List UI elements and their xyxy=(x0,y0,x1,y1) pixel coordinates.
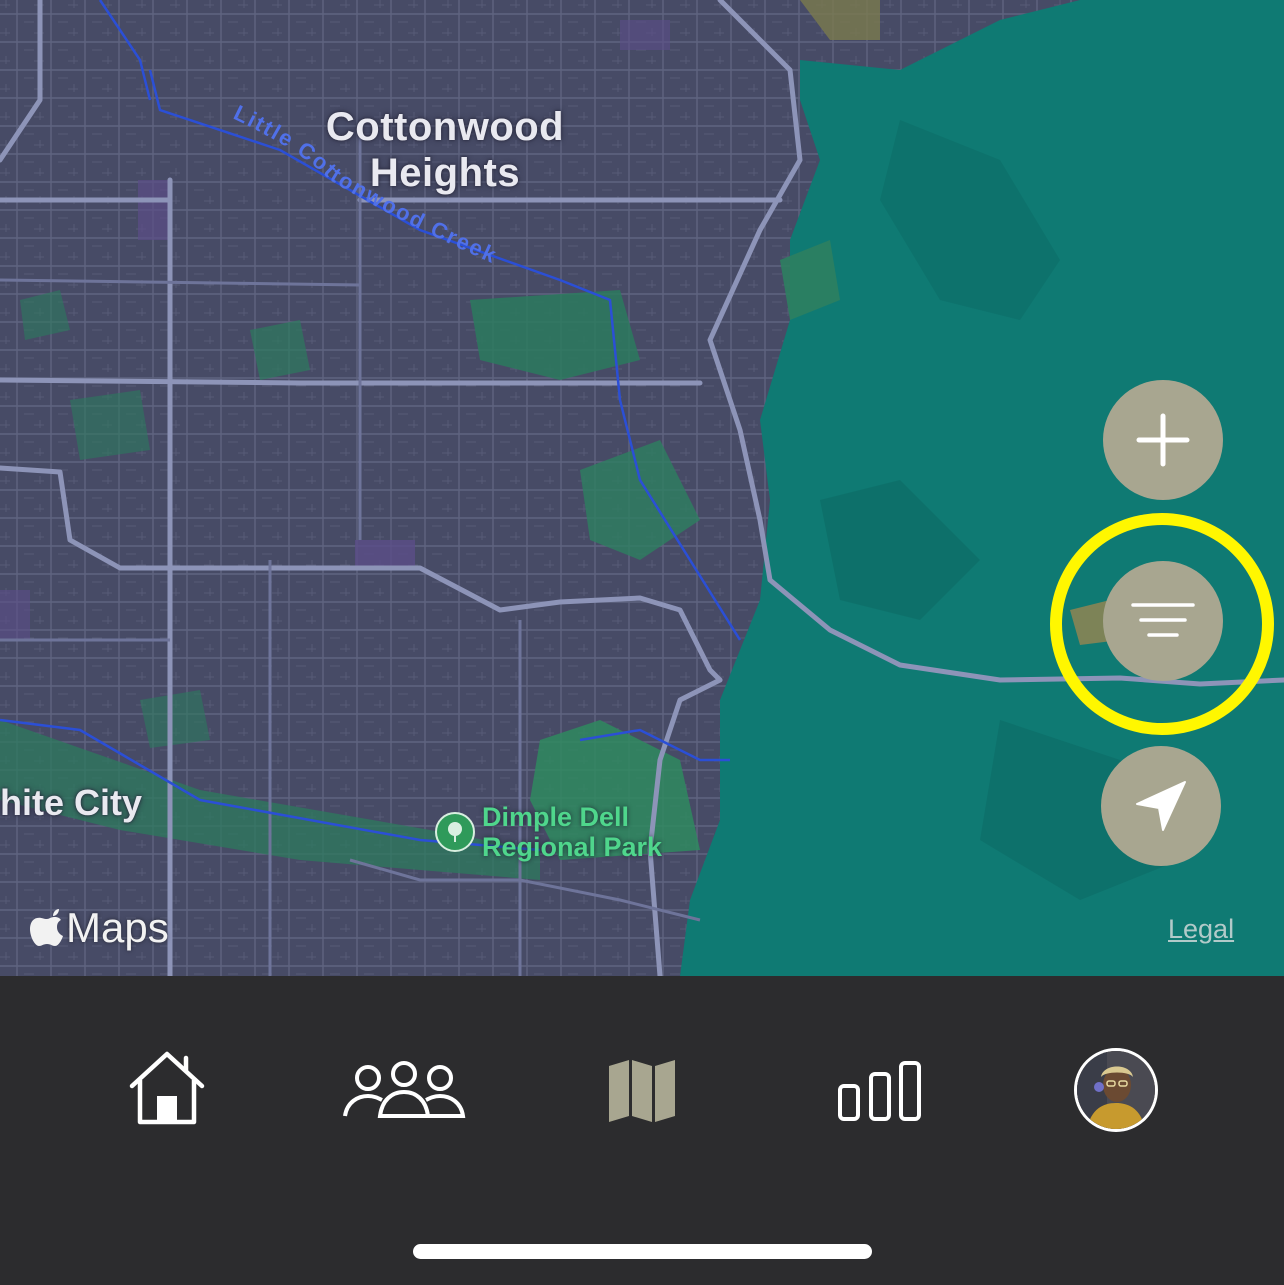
tab-stats[interactable] xyxy=(837,1060,923,1122)
tab-bar xyxy=(0,976,1284,1285)
maps-attribution-text: Maps xyxy=(66,904,169,951)
maps-attribution: Maps xyxy=(30,904,169,952)
city-label-white-city: hite City xyxy=(0,782,143,823)
tab-map[interactable] xyxy=(607,1056,677,1126)
home-indicator[interactable] xyxy=(413,1244,872,1259)
home-icon xyxy=(129,1051,205,1125)
map-view[interactable]: Little Cottonwood Creek Cottonwood Heigh… xyxy=(0,0,1284,976)
tab-profile-avatar[interactable] xyxy=(1074,1048,1158,1132)
apple-logo-icon xyxy=(30,909,63,946)
people-icon xyxy=(343,1061,466,1118)
city-label-line2: Heights xyxy=(369,151,521,195)
location-arrow-icon xyxy=(1136,781,1186,831)
legal-link[interactable]: Legal xyxy=(1168,914,1234,945)
park-label-line1: Dimple Dell xyxy=(482,802,630,832)
locate-me-button[interactable] xyxy=(1101,746,1221,866)
bar-chart-icon xyxy=(838,1061,921,1121)
park-tree-icon[interactable] xyxy=(435,812,475,852)
tab-home[interactable] xyxy=(128,1050,206,1126)
park-label-line2: Regional Park xyxy=(482,832,663,862)
highlight-ring xyxy=(1050,513,1274,735)
park-label-dimple-dell[interactable]: Dimple Dell Regional Park xyxy=(482,802,662,862)
map-icon xyxy=(609,1060,675,1122)
plus-icon xyxy=(1136,413,1190,467)
avatar-profile-image xyxy=(1077,1051,1155,1129)
city-label-line1: Cottonwood xyxy=(325,105,565,149)
tab-community[interactable] xyxy=(342,1060,466,1122)
city-label-cottonwood-heights: Cottonwood Heights xyxy=(300,104,590,196)
add-button[interactable] xyxy=(1103,380,1223,500)
